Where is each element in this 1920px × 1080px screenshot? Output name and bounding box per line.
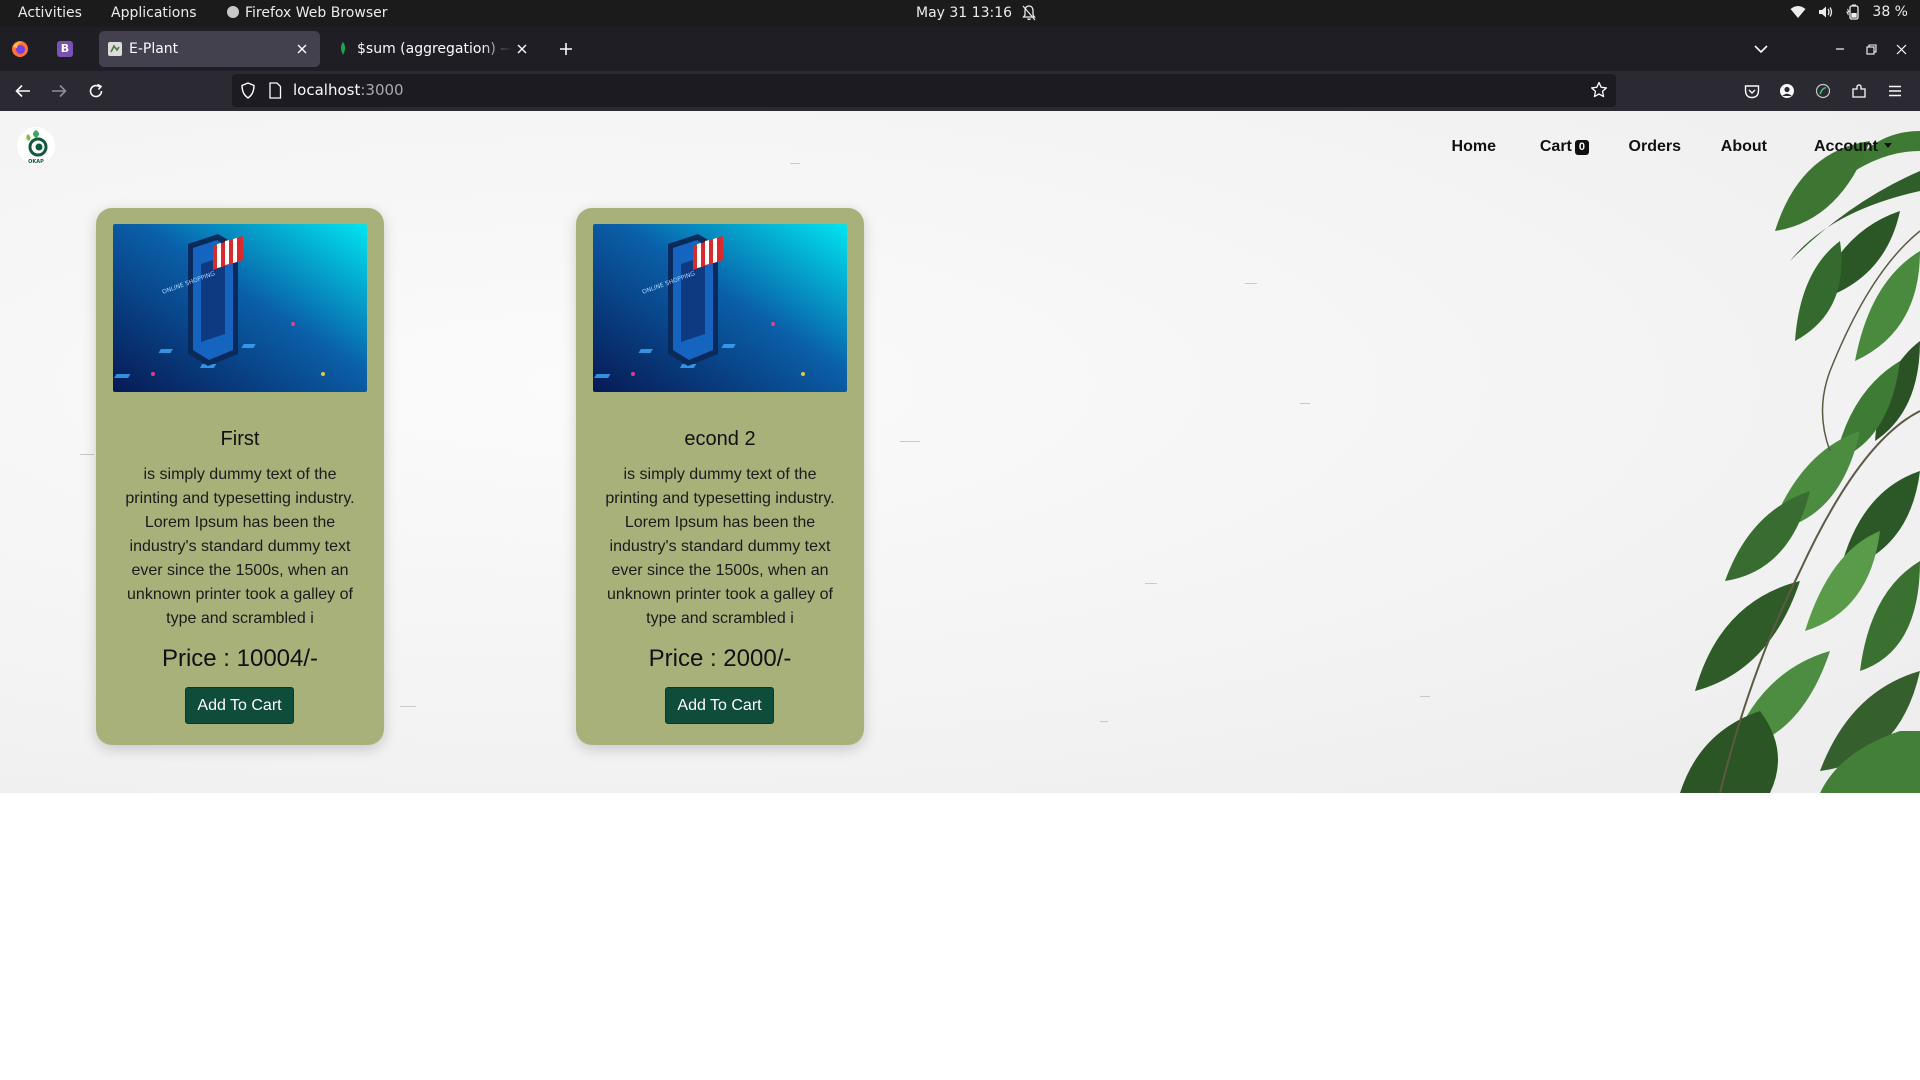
nav-about-link[interactable]: About <box>1721 138 1767 156</box>
wall-texture <box>1420 696 1430 697</box>
battery-icon <box>1846 4 1860 20</box>
extensions-puzzle-icon[interactable] <box>1849 81 1869 101</box>
plant-leaves-image <box>1680 131 1920 793</box>
system-top-bar: Activities Applications Firefox Web Brow… <box>0 0 1920 27</box>
pinned-tab-firefox[interactable] <box>7 36 33 62</box>
tracking-protection-shield-icon[interactable] <box>240 82 256 99</box>
product-title: First <box>220 428 260 450</box>
firefox-app-icon <box>227 6 239 18</box>
tab-mongodb-sum[interactable]: $sum (aggregation) — MongoDB Manual <box>327 31 540 67</box>
forward-arrow-icon[interactable] <box>49 81 69 101</box>
add-to-cart-button[interactable]: Add To Cart <box>665 687 774 724</box>
product-description: is simply dummy text of the printing and… <box>605 466 835 627</box>
list-all-tabs-chevron-down-icon[interactable] <box>1754 39 1768 58</box>
cart-count-badge: 0 <box>1574 140 1589 155</box>
product-card: ONLINE SHOPPING econd 2 is simply dummy … <box>576 208 864 745</box>
tab-strip: B E-Plant $sum (aggregation) — MongoDB M… <box>0 27 1920 71</box>
firefox-icon <box>12 41 28 57</box>
hero-background: OKAP Home Cart 0 Orders About Account ON… <box>0 111 1920 793</box>
wall-texture <box>1300 403 1310 404</box>
url-host: localhost <box>293 81 361 99</box>
status-area[interactable]: 38 % <box>1790 4 1908 20</box>
pocket-icon[interactable] <box>1742 81 1762 101</box>
account-avatar-icon[interactable] <box>1777 81 1797 101</box>
product-description: is simply dummy text of the printing and… <box>125 466 355 627</box>
minimize-window-icon[interactable] <box>1830 39 1850 59</box>
restore-window-icon[interactable] <box>1861 39 1881 59</box>
close-window-icon[interactable] <box>1891 39 1911 59</box>
wall-texture <box>790 163 800 164</box>
tab-e-plant[interactable]: E-Plant <box>99 31 320 67</box>
activities-button[interactable]: Activities <box>18 5 82 22</box>
pinned-tab-bootstrap[interactable]: B <box>52 36 78 62</box>
product-price: Price : 10004/- <box>161 645 319 672</box>
url-bar[interactable]: localhost:3000 <box>232 74 1616 107</box>
notification-bell-icon[interactable] <box>1022 5 1036 21</box>
wall-texture <box>400 706 416 707</box>
mongodb-leaf-icon <box>341 42 345 55</box>
product-card: ONLINE SHOPPING First is simply dummy te… <box>96 208 384 745</box>
nav-orders-link[interactable]: Orders <box>1629 138 1681 156</box>
nav-cart-link[interactable]: Cart 0 <box>1540 138 1589 156</box>
page-favicon-icon <box>108 42 122 56</box>
wall-texture <box>1245 283 1257 284</box>
wall-texture <box>80 454 94 455</box>
logo-text: OKAP <box>28 159 44 165</box>
hamburger-menu-icon[interactable] <box>1885 81 1905 101</box>
url-port: :3000 <box>360 81 404 99</box>
wall-texture <box>900 441 920 442</box>
product-price: Price : 2000/- <box>648 645 792 672</box>
nav-account-dropdown[interactable]: Account <box>1814 138 1892 156</box>
applications-menu[interactable]: Applications <box>111 5 197 22</box>
web-page: OKAP Home Cart 0 Orders About Account ON… <box>0 111 1920 1080</box>
add-to-cart-button[interactable]: Add To Cart <box>185 687 294 724</box>
extension-icon[interactable] <box>1813 81 1833 101</box>
nav-home-link[interactable]: Home <box>1452 138 1496 156</box>
product-title: econd 2 <box>684 428 756 450</box>
wall-texture <box>1100 721 1108 722</box>
new-tab-plus-icon[interactable] <box>556 39 576 59</box>
app-menu-label: Firefox Web Browser <box>245 5 388 21</box>
account-caret-icon <box>1884 143 1892 148</box>
app-menu[interactable]: Firefox Web Browser <box>227 5 388 22</box>
url-text[interactable]: localhost:3000 <box>293 82 404 99</box>
site-logo-icon[interactable]: OKAP <box>16 126 56 166</box>
volume-icon <box>1819 6 1833 18</box>
wifi-icon <box>1790 6 1806 18</box>
bookmark-star-icon[interactable] <box>1590 81 1608 99</box>
wall-texture <box>1145 583 1157 584</box>
nav-account-label: Account <box>1814 138 1878 155</box>
tab-title: $sum (aggregation) — MongoDB Manual <box>357 41 512 57</box>
navigation-toolbar: localhost:3000 <box>0 71 1920 111</box>
close-tab-icon[interactable] <box>512 39 532 59</box>
battery-percentage: 38 % <box>1872 4 1908 20</box>
nav-cart-label: Cart <box>1539 138 1572 155</box>
clock[interactable]: May 31 13:16 <box>916 5 1012 22</box>
page-info-icon[interactable] <box>268 82 282 99</box>
bootstrap-icon: B <box>57 41 73 57</box>
close-tab-icon[interactable] <box>292 39 312 59</box>
reload-icon[interactable] <box>86 81 106 101</box>
product-image: ONLINE SHOPPING <box>593 224 847 392</box>
back-arrow-icon[interactable] <box>13 81 33 101</box>
product-image: ONLINE SHOPPING <box>113 224 367 392</box>
tab-title: E-Plant <box>129 41 179 57</box>
